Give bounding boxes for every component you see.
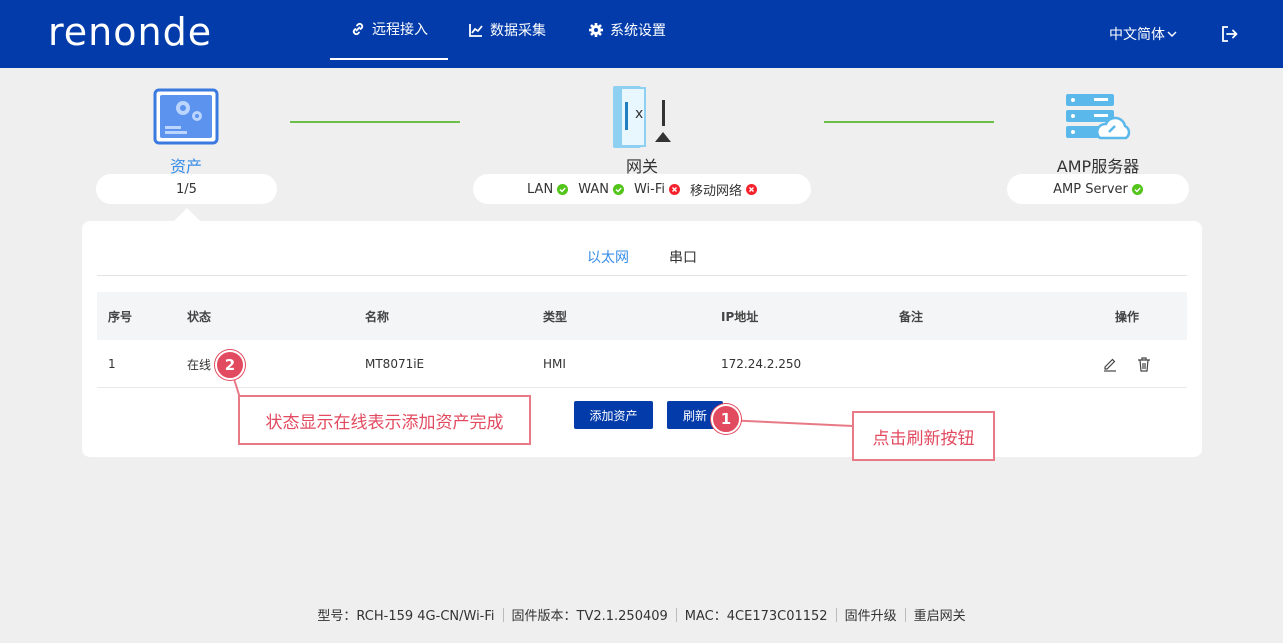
- callout-status-online: 状态显示在线表示添加资产完成: [238, 395, 531, 445]
- annotation-leader-lines: [229, 365, 854, 427]
- divider: [675, 607, 677, 622]
- divider: [502, 607, 504, 622]
- mac-address: MAC：4CE173C01152: [684, 609, 828, 624]
- callout-refresh: 点击刷新按钮: [852, 411, 995, 461]
- divider: [835, 607, 837, 622]
- firmware-upgrade-link[interactable]: 固件升级: [845, 605, 897, 624]
- divider: [904, 607, 906, 622]
- step-badge-2: 2: [215, 350, 245, 380]
- restart-gateway-link[interactable]: 重启网关: [914, 605, 966, 624]
- device-model: 型号：RCH-159 4G-CN/Wi-Fi: [317, 609, 495, 624]
- step-badge-1: 1: [711, 404, 741, 434]
- firmware-version: 固件版本：TV2.1.250409: [511, 609, 668, 624]
- footer: 型号：RCH-159 4G-CN/Wi-Fi 固件版本：TV2.1.250409…: [0, 605, 1283, 624]
